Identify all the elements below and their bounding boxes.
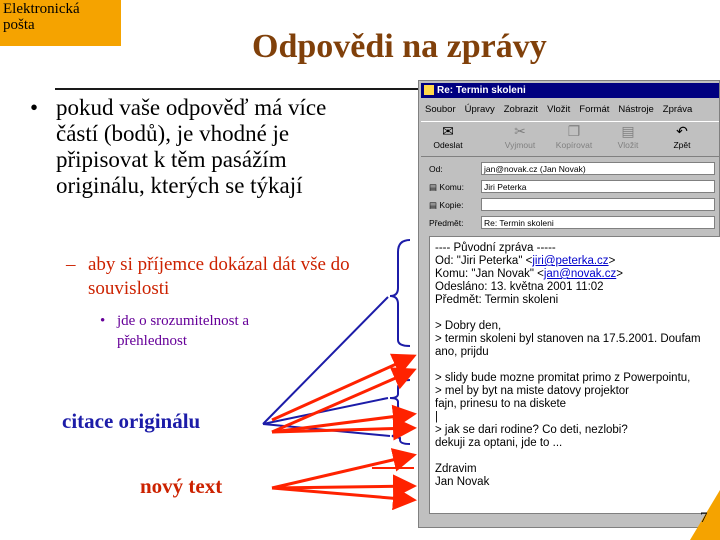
page-number: 7 bbox=[700, 510, 708, 526]
quote-brace bbox=[389, 239, 411, 347]
new-text-arrow bbox=[271, 448, 417, 490]
annotation-arrows bbox=[262, 239, 417, 511]
new-text-arrow bbox=[271, 486, 417, 511]
quote-brace bbox=[391, 427, 411, 445]
quote-pointer bbox=[262, 296, 389, 425]
new-text-arrow bbox=[271, 353, 417, 422]
new-text-arrow bbox=[271, 474, 417, 499]
quote-brace bbox=[389, 379, 411, 415]
